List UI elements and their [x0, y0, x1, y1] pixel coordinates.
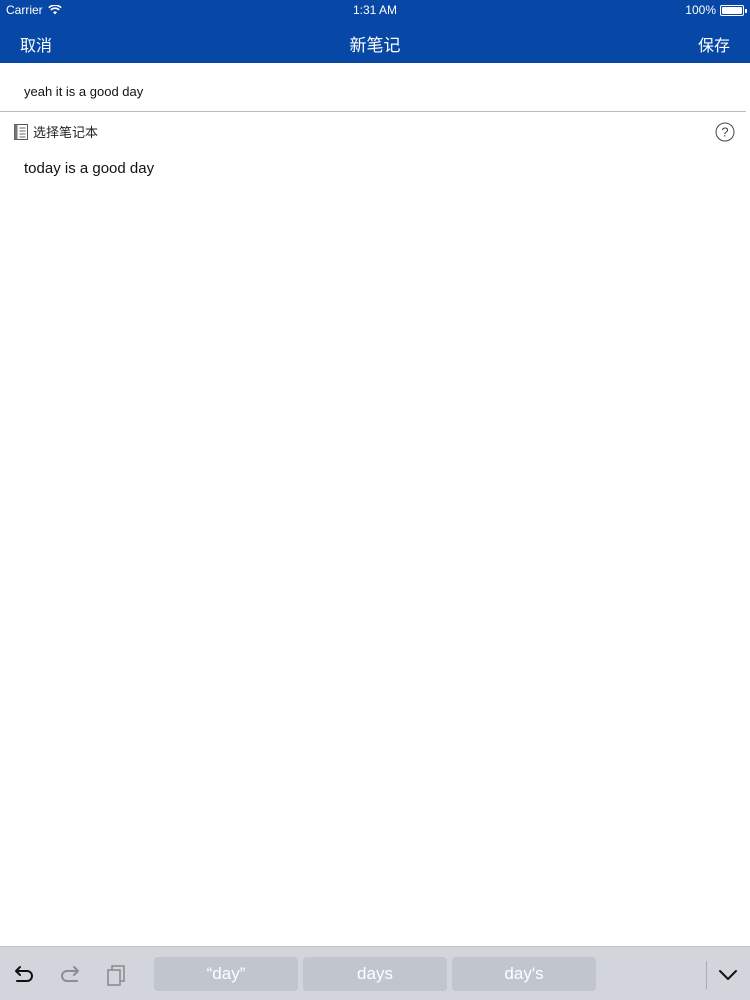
- battery-indicator: 100%: [685, 3, 747, 17]
- status-time: 1:31 AM: [352, 3, 398, 17]
- page-title: 新笔记: [349, 36, 401, 55]
- redo-icon[interactable]: [57, 963, 83, 987]
- notebook-label: 选择笔记本: [33, 125, 99, 140]
- keyboard-bar-divider: [706, 961, 707, 989]
- title-divider: [0, 111, 746, 112]
- battery-percent: 100%: [685, 3, 716, 17]
- keyboard-shortcut-bar: “day” days day's: [0, 946, 750, 1000]
- suggestion-button[interactable]: “day”: [154, 957, 298, 991]
- svg-text:?: ?: [721, 125, 728, 140]
- suggestion-button[interactable]: days: [303, 957, 447, 991]
- select-notebook-button[interactable]: 选择笔记本: [14, 122, 98, 141]
- help-icon[interactable]: ?: [715, 122, 735, 142]
- save-button[interactable]: 保存: [698, 32, 730, 56]
- notebook-icon: [14, 123, 28, 140]
- paste-icon[interactable]: [104, 963, 130, 987]
- navigation-bar: 取消 新笔记 保存: [0, 20, 750, 63]
- top-bar: Carrier 1:31 AM 100% 取消 新笔记 保存: [0, 0, 750, 63]
- status-bar: Carrier 1:31 AM 100%: [0, 0, 750, 20]
- note-title-input[interactable]: [24, 80, 724, 102]
- undo-icon[interactable]: [11, 963, 37, 987]
- suggestion-button[interactable]: day's: [452, 957, 596, 991]
- note-body-editor[interactable]: today is a good day: [24, 160, 154, 177]
- battery-icon: [720, 4, 747, 16]
- chevron-down-icon[interactable]: [717, 965, 739, 985]
